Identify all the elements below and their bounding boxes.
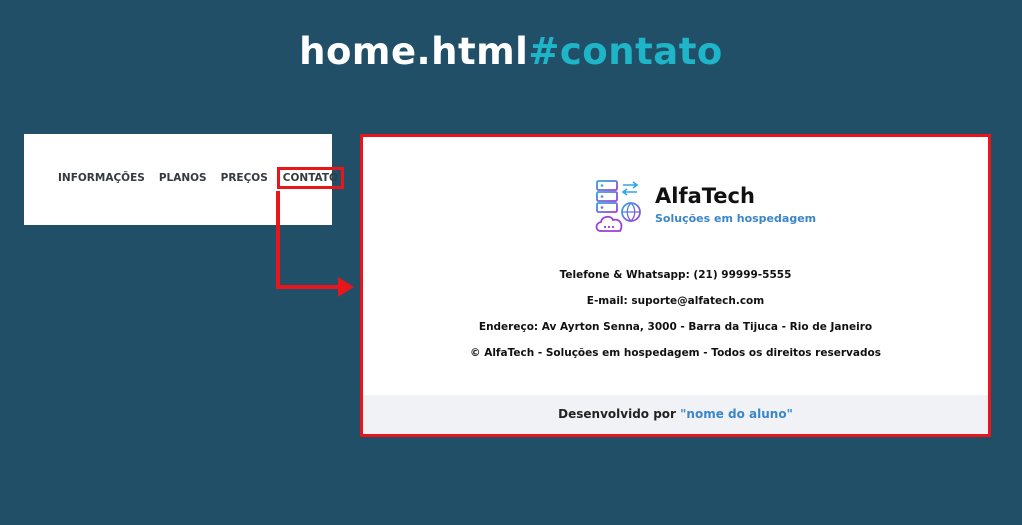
footer-preview: AlfaTech Soluções em hospedagem Telefone… [360, 134, 991, 437]
brand: AlfaTech Soluções em hospedagem [593, 179, 816, 233]
contact-address: Endereço: Av Ayrton Senna, 3000 - Barra … [478, 321, 873, 333]
contact-email: E-mail: suporte@alfatech.com [586, 295, 765, 307]
server-cloud-logo-icon [595, 180, 641, 232]
copyright-text: © AlfaTech - Soluções em hospedagem - To… [470, 347, 881, 359]
contact-phone: Telefone & Whatsapp: (21) 99999-5555 [559, 269, 792, 281]
dev-name: "nome do aluno" [680, 407, 793, 421]
brand-tagline: Soluções em hospedagem [655, 212, 817, 225]
dev-prefix: Desenvolvido por [558, 407, 676, 421]
brand-name: AlfaTech [655, 184, 755, 208]
brand-text: AlfaTech Soluções em hospedagem [655, 179, 816, 225]
developer-credit-bar: Desenvolvido por "nome do aluno" [363, 395, 988, 434]
